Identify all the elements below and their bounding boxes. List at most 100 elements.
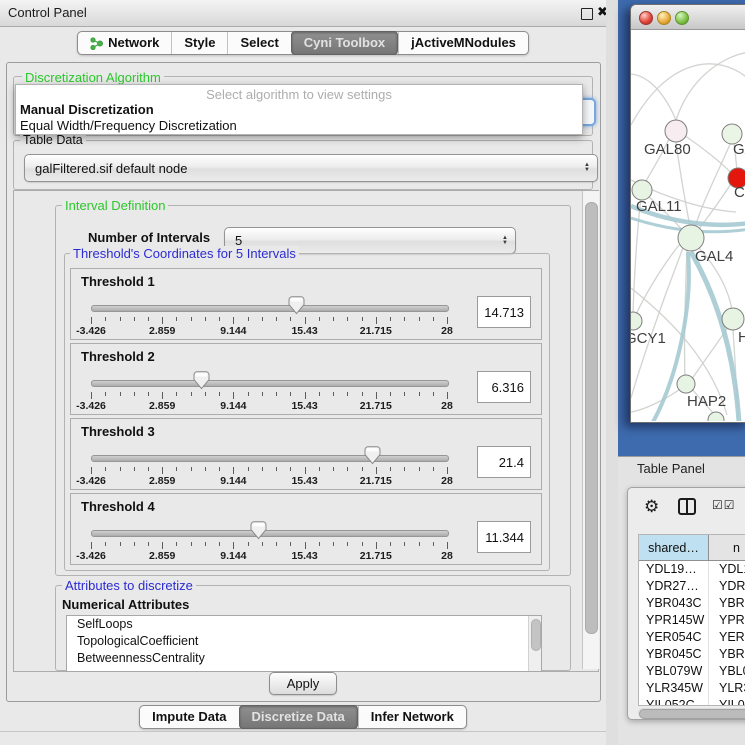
threshold-slider-thumb[interactable] [288, 296, 305, 315]
tab-cyni-toolbox[interactable]: Cyni Toolbox [291, 31, 398, 55]
network-node-label: HAP2 [687, 393, 726, 410]
threshold-value-field[interactable]: 21.4 [477, 446, 531, 478]
network-node[interactable] [722, 308, 744, 330]
close-traffic-light-icon[interactable] [639, 11, 653, 25]
network-node-label: HA [738, 329, 745, 346]
dropdown-item-manual-discretization[interactable]: Manual Discretization [20, 102, 154, 117]
horizontal-scrollbar-thumb[interactable] [639, 709, 745, 719]
network-node[interactable] [665, 120, 687, 142]
axis-tick-label: 9.144 [220, 475, 246, 487]
threshold-slider-track[interactable] [91, 455, 449, 462]
vertical-scrollbar-thumb[interactable] [585, 202, 598, 634]
tab-network[interactable]: Network [78, 32, 171, 54]
tab-impute-data[interactable]: Impute Data [140, 706, 238, 728]
axis-tick [433, 392, 434, 396]
table-header-row: shared…n [639, 535, 745, 561]
numerical-attributes-list[interactable]: SelfLoopsTopologicalCoefficientBetweenne… [66, 615, 542, 672]
table-row[interactable]: YDR27…YDR2 [639, 578, 745, 595]
threshold-value-field[interactable]: 14.713 [477, 296, 531, 328]
axis-tick-label: 2.859 [149, 325, 175, 337]
list-scrollbar-thumb[interactable] [531, 619, 541, 651]
threshold-slider-thumb[interactable] [364, 446, 381, 465]
threshold-slider-thumb[interactable] [250, 521, 267, 540]
network-node-label: GAL11 [636, 198, 682, 215]
columns-icon[interactable] [678, 498, 696, 515]
table-row[interactable]: YIL052CYIL0 [639, 697, 745, 706]
axis-tick [347, 392, 348, 396]
tab-jactivemnodules[interactable]: jActiveMNodules [398, 32, 528, 54]
threshold-slider-thumb[interactable] [193, 371, 210, 390]
thresholds-group-title: Threshold's Coordinates for 5 Intervals [70, 246, 299, 261]
axis-tick [91, 467, 92, 474]
axis-tick-label: 28 [441, 550, 453, 562]
column-header-name[interactable]: n [709, 535, 745, 561]
gear-icon[interactable]: ⚙ [644, 498, 659, 515]
threshold-slider-track[interactable] [91, 530, 449, 537]
threshold-value-field[interactable]: 6.316 [477, 371, 531, 403]
table-data-combobox[interactable]: galFiltered.sif default node ▲▼ [24, 154, 598, 182]
network-node-label: GA [733, 141, 745, 158]
table-row[interactable]: YBR045CYBR0 [639, 646, 745, 663]
threshold-row: Threshold 4-3.4262.8599.14415.4321.71528… [70, 493, 542, 565]
network-edge [635, 245, 679, 317]
threshold-row: Threshold 3-3.4262.8599.14415.4321.71528… [70, 418, 542, 490]
tab-discretize-data[interactable]: Discretize Data [239, 705, 358, 729]
zoom-traffic-light-icon[interactable] [675, 11, 689, 25]
axis-tick [262, 542, 263, 546]
table-row[interactable]: YPR145WYPR1 [639, 612, 745, 629]
axis-tick [305, 467, 306, 474]
axis-tick [162, 467, 163, 474]
threshold-slider-track[interactable] [91, 305, 449, 312]
network-edge [684, 135, 730, 172]
network-node[interactable] [631, 312, 642, 330]
axis-tick [404, 542, 405, 546]
table-panel-window: ⚙ ☑☑ shared…n YDL19…YDL1YDR27…YDR2YBR043… [627, 487, 745, 720]
apply-button[interactable]: Apply [269, 672, 337, 695]
threshold-value-field[interactable]: 11.344 [477, 521, 531, 553]
axis-tick-label: 9.144 [220, 400, 246, 412]
axis-tick [347, 542, 348, 546]
horizontal-scrollbar-track[interactable] [638, 708, 745, 718]
axis-tick [433, 542, 434, 546]
axis-tick [148, 467, 149, 471]
tab-infer-network[interactable]: Infer Network [358, 706, 466, 728]
network-node[interactable] [677, 375, 695, 393]
combo-arrows-icon[interactable]: ▲▼ [502, 236, 508, 246]
axis-tick [91, 392, 92, 399]
axis-tick [319, 467, 320, 471]
cell-name: YLR3 [709, 680, 745, 697]
attribute-list-item[interactable]: SelfLoops [67, 616, 541, 633]
network-canvas[interactable]: GAL80GACGAL11GAL4GCY1HAHAP2 [631, 30, 745, 421]
tab-style[interactable]: Style [171, 32, 227, 54]
tab-select[interactable]: Select [227, 32, 290, 54]
axis-tick [447, 317, 448, 324]
table-row[interactable]: YDL19…YDL1 [639, 561, 745, 578]
dropdown-item-equal-width[interactable]: Equal Width/Frequency Discretization [20, 118, 237, 133]
tab-label: Cyni Toolbox [304, 32, 385, 54]
threshold-slider-track[interactable] [91, 380, 449, 387]
axis-tick-label: 21.715 [360, 550, 392, 562]
network-node[interactable] [632, 180, 652, 200]
float-window-icon[interactable] [581, 8, 593, 20]
combo-arrows-icon[interactable]: ▲▼ [584, 163, 590, 173]
table-row[interactable]: YBL079WYBL0 [639, 663, 745, 680]
table-row[interactable]: YER054CYER0 [639, 629, 745, 646]
axis-tick [148, 542, 149, 546]
axis-tick [276, 392, 277, 396]
attribute-list-item[interactable]: BetweennessCentrality [67, 650, 541, 667]
table-row[interactable]: YLR345WYLR3 [639, 680, 745, 697]
axis-tick [276, 317, 277, 321]
table-data-value: galFiltered.sif default node [35, 155, 187, 181]
attribute-list-item[interactable]: TopologicalCoefficient [67, 633, 541, 650]
algorithm-group-title: Discretization Algorithm [22, 70, 164, 85]
control-panel-titlebar[interactable]: Control Panel [0, 0, 606, 27]
minimize-traffic-light-icon[interactable] [657, 11, 671, 25]
list-scrollbar-track[interactable] [528, 616, 541, 671]
table-row[interactable]: YBR043CYBR0 [639, 595, 745, 612]
network-window-titlebar[interactable] [631, 5, 745, 30]
column-header-shared-name[interactable]: shared… [639, 535, 709, 561]
checkboxes-icon[interactable]: ☑☑ [712, 498, 736, 512]
network-node[interactable] [708, 412, 724, 421]
axis-tick [362, 392, 363, 396]
axis-tick-label: -3.426 [76, 475, 106, 487]
